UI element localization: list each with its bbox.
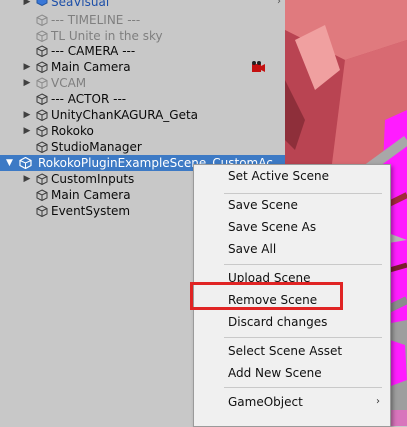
hierarchy-item-label: --- TIMELINE --- (51, 13, 141, 27)
hierarchy-item-label: SeaVisual (51, 0, 110, 9)
menu-item-save-scene[interactable]: Save Scene (194, 194, 390, 216)
camera-gizmo-icon (252, 61, 265, 72)
prefab-cube-icon (36, 0, 48, 6)
gameobject-cube-icon (36, 141, 48, 153)
collapse-arrow-icon[interactable]: ▼ (6, 155, 13, 171)
expand-arrow-icon[interactable]: ▶ (22, 107, 32, 123)
expand-arrow-icon[interactable]: ▶ (22, 59, 32, 75)
menu-item-discard-changes[interactable]: Discard changes (194, 311, 390, 333)
gameobject-cube-icon (36, 30, 48, 42)
menu-separator (224, 337, 382, 338)
menu-item-set-active-scene[interactable]: Set Active Scene (194, 165, 390, 187)
hierarchy-item-label: StudioManager (51, 140, 142, 154)
hierarchy-item-label: Main Camera (51, 188, 131, 202)
gameobject-cube-icon (36, 45, 48, 57)
hierarchy-item-label: TL Unite in the sky (51, 29, 163, 43)
gameobject-cube-icon (36, 189, 48, 201)
menu-item-select-scene-asset[interactable]: Select Scene Asset (194, 340, 390, 362)
gameobject-cube-icon (36, 77, 48, 89)
hierarchy-item-label: VCAM (51, 76, 87, 90)
expand-arrow-icon[interactable]: ▶ (22, 123, 32, 139)
hierarchy-row-main-camera[interactable]: ▶ Main Camera (0, 59, 285, 75)
hierarchy-item-label: Rokoko (51, 124, 94, 138)
hierarchy-item-label: --- ACTOR --- (51, 92, 127, 106)
gameobject-cube-icon (36, 61, 48, 73)
menu-separator (224, 387, 382, 388)
gameobject-cube-icon (36, 109, 48, 121)
hierarchy-item-label: CustomInputs (51, 172, 135, 186)
menu-item-save-scene-as[interactable]: Save Scene As (194, 216, 390, 238)
highlight-annotation-box (190, 282, 343, 310)
unity-scene-icon (19, 157, 32, 169)
hierarchy-item-label: --- CAMERA --- (51, 44, 136, 58)
chevron-right-icon[interactable]: › (277, 0, 281, 10)
menu-item-add-new-scene[interactable]: Add New Scene (194, 362, 390, 384)
expand-arrow-icon[interactable]: ▶ (22, 75, 32, 91)
menu-item-gameobject[interactable]: GameObject › (194, 391, 390, 413)
hierarchy-row-seavisual[interactable]: ▶ SeaVisual › (0, 0, 285, 10)
gameobject-cube-icon (36, 125, 48, 137)
hierarchy-item-label: Main Camera (51, 60, 131, 74)
menu-separator (224, 264, 382, 265)
expand-arrow-icon[interactable]: ▶ (22, 171, 32, 187)
gameobject-cube-icon (36, 173, 48, 185)
gameobject-cube-icon (36, 93, 48, 105)
hierarchy-item-label: EventSystem (51, 204, 131, 218)
gameobject-cube-icon (36, 14, 48, 26)
submenu-chevron-right-icon: › (376, 396, 380, 407)
expand-arrow-icon[interactable]: ▶ (22, 0, 32, 10)
menu-item-gameobject-label: GameObject (228, 395, 303, 409)
gameobject-cube-icon (36, 205, 48, 217)
menu-item-save-all[interactable]: Save All (194, 238, 390, 260)
hierarchy-item-label: UnityChanKAGURA_Geta (51, 108, 199, 122)
